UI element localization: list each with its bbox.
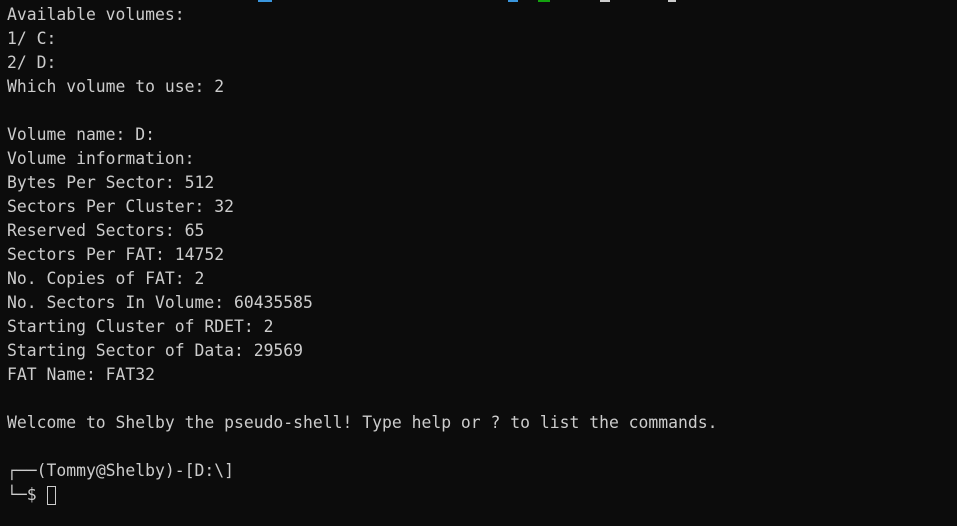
output-line: Volume name: D: bbox=[7, 125, 156, 144]
output-line: No. Copies of FAT: 2 bbox=[7, 269, 205, 288]
prompt-box-bottom-glyph: └─ bbox=[7, 485, 27, 504]
output-line: Bytes Per Sector: 512 bbox=[7, 173, 215, 192]
output-line: No. Sectors In Volume: 60435585 bbox=[7, 293, 313, 312]
cut-off-glyph bbox=[508, 0, 518, 2]
output-line: Volume information: bbox=[7, 149, 195, 168]
prompt-header: ┌── (Tommy@Shelby) - [D:\] bbox=[7, 459, 718, 483]
prompt-input-line[interactable]: └─ $ bbox=[7, 483, 718, 507]
output-line: Sectors Per FAT: 14752 bbox=[7, 245, 225, 264]
output-line: 1/ C: bbox=[7, 29, 57, 48]
scrolled-off-text-strip bbox=[0, 0, 957, 2]
prompt-separator: - bbox=[174, 461, 185, 480]
terminal-window[interactable]: Available volumes: 1/ C: 2/ D: Which vol… bbox=[0, 0, 957, 526]
prompt-user-host: (Tommy@Shelby) bbox=[36, 461, 175, 480]
output-line: Available volumes: bbox=[7, 5, 185, 24]
cut-off-glyph bbox=[668, 0, 676, 2]
cut-off-glyph bbox=[538, 0, 550, 2]
welcome-message: Welcome to Shelby the pseudo-shell! Type… bbox=[7, 413, 718, 432]
cut-off-glyph bbox=[258, 0, 272, 2]
terminal-output: Available volumes: 1/ C: 2/ D: Which vol… bbox=[7, 3, 718, 507]
prompt-path: [D:\] bbox=[184, 461, 234, 480]
output-line: Starting Cluster of RDET: 2 bbox=[7, 317, 274, 336]
text-cursor[interactable] bbox=[46, 485, 56, 505]
cut-off-glyph bbox=[600, 0, 610, 2]
output-line: Sectors Per Cluster: 32 bbox=[7, 197, 234, 216]
prompt-symbol: $ bbox=[26, 485, 37, 504]
output-line: Reserved Sectors: 65 bbox=[7, 221, 205, 240]
output-line: 2/ D: bbox=[7, 53, 57, 72]
output-line: Starting Sector of Data: 29569 bbox=[7, 341, 304, 360]
output-line: Which volume to use: 2 bbox=[7, 77, 225, 96]
output-line: FAT Name: FAT32 bbox=[7, 365, 156, 384]
prompt-box-top-glyph: ┌── bbox=[7, 461, 37, 480]
